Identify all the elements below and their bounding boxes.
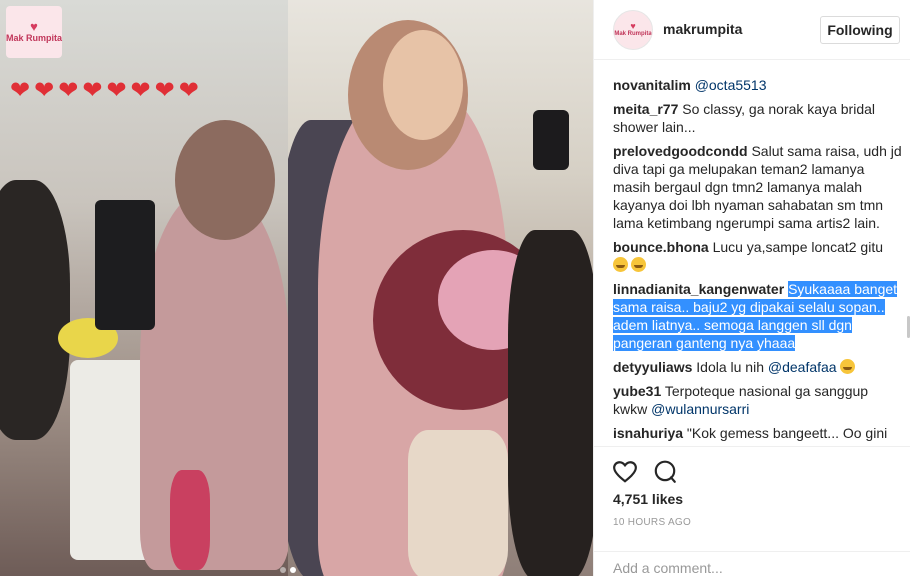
heart-emoji-icon: ❤ (106, 76, 127, 104)
comment-username[interactable]: meita_r77 (613, 101, 678, 117)
post-sidebar: ♥ Mak Rumpita makrumpita Following novan… (593, 0, 910, 576)
add-comment-bar (594, 551, 910, 577)
carousel-dot[interactable] (280, 567, 286, 573)
speech-bubble-icon[interactable] (652, 459, 678, 485)
comment-item: novanitalim @octa5513 (613, 76, 903, 94)
comment-username[interactable]: yube31 (613, 383, 661, 399)
mention-link[interactable]: @deafafaa (768, 359, 837, 375)
heart-emoji-icon: ❤ (58, 76, 79, 104)
heart-emoji-icon: ❤ (34, 76, 55, 104)
comment-username[interactable]: isnahuriya (613, 425, 683, 441)
comment-list: novanitalim @octa5513 meita_r77 So classy… (613, 76, 903, 446)
carousel-indicator (280, 567, 296, 573)
post-timestamp[interactable]: 10 HOURS AGO (613, 517, 691, 528)
comment-username[interactable]: detyyuliaws (613, 359, 692, 375)
heart-emoji-row: ❤ ❤ ❤ ❤ ❤ ❤ ❤ ❤ (10, 78, 199, 102)
comment-item: meita_r77 So classy, ga norak kaya brida… (613, 100, 903, 136)
post-actions: 4,751 likes 10 HOURS AGO (594, 446, 910, 576)
laughing-emoji-icon (613, 257, 628, 272)
heart-emoji-icon: ❤ (130, 76, 151, 104)
comment-input[interactable] (613, 560, 893, 576)
watermark-logo: ♥ Mak Rumpita (6, 6, 62, 58)
video-frame-right (288, 0, 593, 576)
comment-username[interactable]: novanitalim (613, 77, 691, 93)
comment-item: bounce.bhona Lucu ya,sampe loncat2 gitu (613, 238, 903, 274)
mention-link[interactable]: @octa5513 (695, 77, 767, 93)
likes-count[interactable]: 4,751 likes (613, 491, 683, 507)
post-media[interactable]: ♥ Mak Rumpita ❤ ❤ ❤ ❤ ❤ ❤ ❤ ❤ (0, 0, 593, 576)
following-button[interactable]: Following (820, 16, 900, 44)
heart-emoji-icon: ❤ (10, 76, 31, 104)
heart-emoji-icon: ❤ (82, 76, 103, 104)
heart-emoji-icon: ❤ (154, 76, 175, 104)
mention-link[interactable]: @wulannursarri (651, 401, 749, 417)
laughing-emoji-icon (840, 359, 856, 374)
comment-text: "Kok gemess bangeett... Oo gini (686, 425, 888, 441)
post-header: ♥ Mak Rumpita makrumpita Following (594, 0, 910, 60)
laughing-emoji-icon (631, 257, 646, 272)
carousel-dot[interactable] (290, 567, 296, 573)
comment-item: yube31 Terpoteque nasional ga sanggup kw… (613, 382, 903, 418)
heart-outline-icon[interactable] (612, 459, 638, 485)
comment-username[interactable]: prelovedgoodcondd (613, 143, 748, 159)
avatar[interactable]: ♥ Mak Rumpita (613, 10, 653, 50)
instagram-post-modal: ♥ Mak Rumpita ❤ ❤ ❤ ❤ ❤ ❤ ❤ ❤ ♥ Mak Rumpita mak… (0, 0, 910, 576)
comment-item: linnadianita_kangenwater Syukaaaa banget… (613, 280, 903, 352)
comment-item: isnahuriya "Kok gemess bangeett... Oo gi… (613, 424, 903, 442)
comment-item: prelovedgoodcondd Salut sama raisa, udh … (613, 142, 903, 232)
heart-emoji-icon: ❤ (178, 76, 199, 104)
comment-item: detyyuliaws Idola lu nih @deafafaa (613, 358, 903, 376)
comment-text: Idola lu nih (696, 359, 768, 375)
comment-text: Lucu ya,sampe loncat2 gitu (712, 239, 884, 255)
comment-username[interactable]: bounce.bhona (613, 239, 709, 255)
comment-username[interactable]: linnadianita_kangenwater (613, 281, 784, 297)
username-link[interactable]: makrumpita (663, 21, 742, 37)
